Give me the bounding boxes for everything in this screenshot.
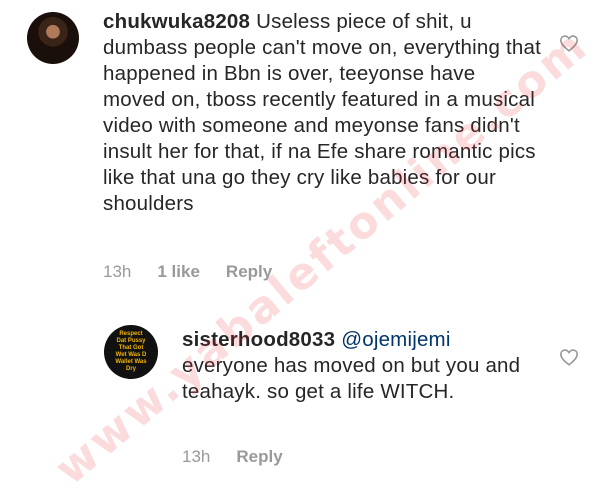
comment-time: 13h [182,447,211,466]
comment-text: everyone has moved on but you and teahay… [182,354,521,403]
comment-username[interactable]: chukwuka8208 [103,10,250,33]
comment-body: chukwuka8208 Useless piece of shit, u dum… [103,9,543,217]
user-avatar[interactable] [27,12,79,64]
comment-body: sisterhood8033 @ojemijemi everyone has mo… [182,327,542,405]
comment-username[interactable]: sisterhood8033 [182,328,335,351]
comment-meta: 13h Reply [182,447,283,467]
user-avatar[interactable]: Respect Dat Pussy That Got Wet Was D Wal… [104,325,158,379]
comment-likes[interactable]: 1 like [157,262,200,282]
reply-button[interactable]: Reply [226,262,272,282]
mention-link[interactable]: @ojemijemi [341,328,450,351]
reply-button[interactable]: Reply [236,447,282,467]
comment-text: Useless piece of shit, u dumbass people … [103,10,541,215]
avatar-text: Respect Dat Pussy That Got Wet Was D Wal… [115,331,147,372]
comment-time: 13h [103,262,132,281]
heart-icon[interactable] [559,348,579,366]
heart-icon[interactable] [559,34,579,52]
comment-meta: 13h 1 like Reply [103,262,272,282]
